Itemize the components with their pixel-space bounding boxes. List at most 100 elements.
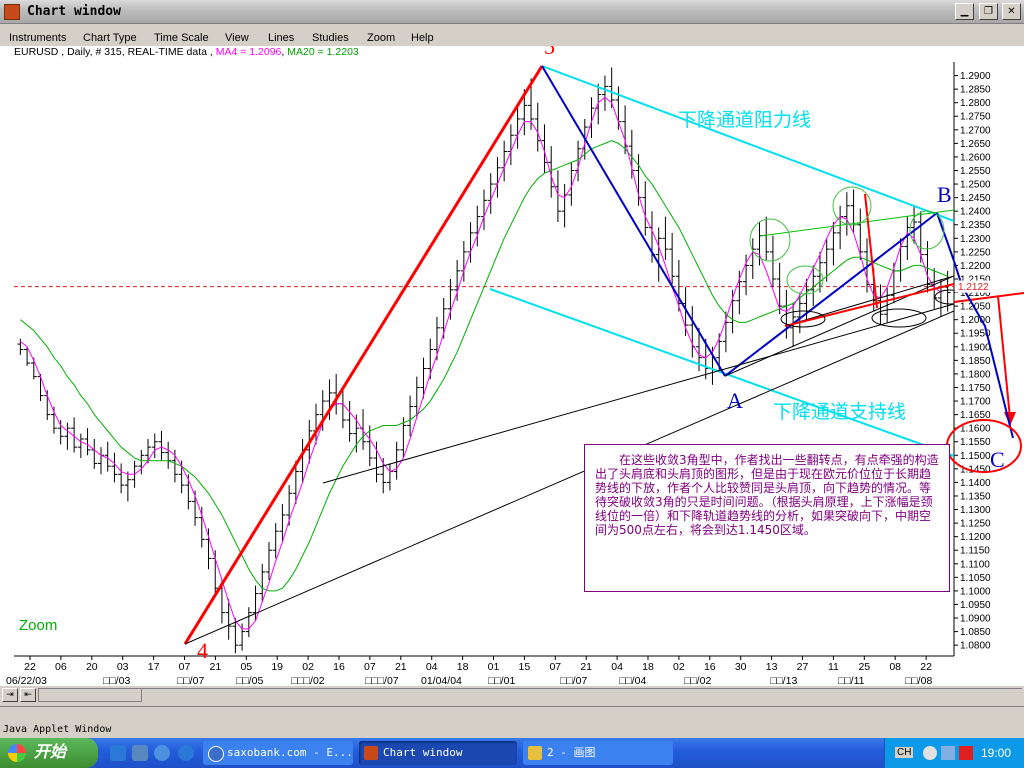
windows-logo-icon [8, 744, 26, 762]
java-icon [364, 746, 378, 760]
date-tick-label: 07 [549, 661, 561, 673]
tray-security-icon[interactable] [959, 746, 973, 760]
ohlc-bar [165, 441, 172, 469]
date-tick-label: 11 [828, 661, 839, 673]
date-tick-label: 07 [364, 661, 376, 673]
date-tick-label: 05 [240, 661, 252, 673]
quicklaunch-ie-icon[interactable] [110, 745, 126, 761]
status-area: Java Applet Window [0, 706, 1024, 739]
language-indicator[interactable]: CH [895, 747, 914, 758]
menu-instruments[interactable]: Instruments [9, 32, 66, 44]
ohlc-bar [454, 260, 461, 301]
price-tick-label: 1.2900 [960, 71, 991, 82]
ohlc-bar [366, 425, 373, 467]
java-app-icon [4, 4, 20, 20]
ohlc-bar [360, 409, 367, 450]
date-tick-label: 08 [889, 661, 901, 673]
price-tick-label: 1.1150 [960, 546, 990, 557]
ohlc-bar [669, 232, 676, 285]
close-button[interactable]: ✕ [1002, 3, 1021, 20]
start-button[interactable]: 开始 [0, 738, 98, 768]
date-ticks: 22 06 20 03 17 07 21 05 19 02 16 07 21 04 18 01 15 07 21 04… [6, 656, 932, 686]
date-tick-label: 04 [611, 661, 623, 673]
ohlc-bar [17, 338, 24, 355]
menu-view[interactable]: View [225, 32, 249, 44]
menu-chart-type[interactable]: Chart Type [83, 32, 137, 44]
ohlc-bar [84, 428, 91, 456]
scroll-left-button[interactable]: ⇥ [2, 688, 18, 702]
ohlc-bar [420, 357, 427, 399]
minimize-button[interactable]: ▁ [955, 3, 974, 20]
price-tick-label: 1.0900 [960, 614, 991, 625]
date-month-label: □□/01 [488, 675, 515, 686]
price-tick-label: 1.2750 [960, 112, 991, 123]
scroll-thumb[interactable] [38, 688, 142, 702]
price-tick-label: 1.2800 [960, 98, 991, 109]
price-tick-label: 1.1100 [960, 559, 990, 570]
price-tick-label: 1.2700 [960, 125, 991, 136]
date-tick-label: 27 [797, 661, 809, 673]
price-tick-label: 1.1900 [960, 342, 991, 353]
ohlc-bar [386, 463, 393, 491]
date-tick-label: 02 [673, 661, 685, 673]
date-month-label: □□/08 [905, 675, 932, 686]
menu-help[interactable]: Help [411, 32, 434, 44]
date-tick-label: 22 [24, 661, 36, 673]
scroll-right-button[interactable]: ⇤ [20, 688, 36, 702]
date-tick-label: 01 [488, 661, 500, 673]
support-line-label: 下降通道支持线 [773, 401, 906, 423]
applet-status-text: Java Applet Window [3, 724, 112, 735]
ohlc-bar [346, 401, 353, 442]
price-tick-label: 1.2350 [960, 220, 991, 231]
task-saxobank[interactable]: saxobank.com - E... [203, 741, 353, 765]
price-tick-label: 1.1750 [960, 383, 991, 394]
price-tick-label: 1.1250 [960, 519, 991, 530]
task-paint[interactable]: 2 - 画图 [523, 741, 673, 765]
triangle-lower-line [784, 275, 954, 327]
menu-time-scale[interactable]: Time Scale [154, 32, 209, 44]
quicklaunch-desktop-icon[interactable] [132, 745, 148, 761]
price-tick-label: 1.1350 [960, 491, 991, 502]
date-month-label: □□□/02 [291, 675, 325, 686]
ohlc-bar [689, 306, 696, 358]
ohlc-bar [97, 447, 104, 475]
tray-app-icon[interactable] [923, 746, 937, 760]
ohlc-bar [843, 192, 850, 236]
horizontal-scroll-area: ⇥ ⇤ [0, 686, 1024, 706]
ohlc-bar [313, 403, 320, 445]
task-chart-window[interactable]: Chart window [359, 741, 517, 765]
ohlc-bar [850, 189, 857, 233]
tray-network-icon[interactable] [941, 746, 955, 760]
scroll-track[interactable] [142, 688, 1022, 702]
ohlc-bar [729, 289, 736, 334]
date-tick-label: 20 [86, 661, 98, 673]
date-tick-label: 06 [55, 661, 67, 673]
ohlc-bar [561, 184, 568, 228]
zoom-label[interactable]: Zoom [19, 617, 57, 634]
ohlc-bar [501, 140, 508, 182]
menu-zoom[interactable]: Zoom [367, 32, 395, 44]
ohlc-bar [857, 208, 864, 260]
restore-button[interactable]: ❐ [979, 3, 998, 20]
chart-panel[interactable]: EURUSD , Daily, # 315, REAL-TIME data , … [0, 46, 1024, 686]
current-price-label: 1.2122 [958, 282, 989, 293]
date-tick-label: 17 [148, 661, 160, 673]
quicklaunch-media-icon[interactable] [154, 745, 170, 761]
quicklaunch-browser-icon[interactable] [178, 745, 194, 761]
analysis-annotation-box: 在这些收敛3角型中，作者找出一些翻转点，有点牵强的构造出了头肩底和头肩顶的图形，… [584, 444, 950, 592]
date-tick-label: 22 [920, 661, 932, 673]
date-month-label: □□/02 [684, 675, 711, 686]
ohlc-bar [272, 523, 279, 559]
ohlc-bar [743, 254, 750, 296]
date-month-label: □□/07 [177, 675, 204, 686]
ohlc-bar [675, 260, 682, 312]
menu-studies[interactable]: Studies [312, 32, 349, 44]
price-tick-label: 1.2650 [960, 139, 991, 150]
price-tick-label: 1.2850 [960, 85, 991, 96]
ohlc-bar [447, 278, 454, 320]
price-tick-label: 1.2000 [960, 315, 991, 326]
menu-lines[interactable]: Lines [268, 32, 294, 44]
price-tick-label: 1.1450 [960, 464, 991, 475]
wave-5-label: 5 [544, 46, 555, 59]
ohlc-bar [722, 311, 729, 353]
